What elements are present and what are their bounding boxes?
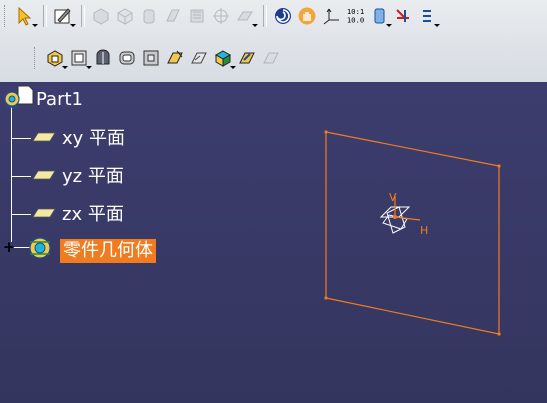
toolbar-row-1: 10:1 10.0	[4, 5, 440, 27]
thickness-button[interactable]	[140, 47, 162, 69]
geometric-set-icon	[374, 8, 385, 24]
tree-item-body-selected[interactable]: 零件几何体	[60, 239, 156, 263]
solid-icon	[96, 49, 110, 65]
sketch-axis-compass[interactable]: V H	[365, 187, 445, 257]
axis-system-icon	[323, 8, 339, 25]
revolve-button[interactable]	[114, 5, 136, 27]
geometric-set-button[interactable]	[368, 5, 392, 27]
measure-icon: 10:1 10.0	[347, 7, 365, 24]
plane-tool-icon	[237, 11, 253, 21]
tree-root-label[interactable]: Part1	[36, 88, 83, 112]
surface-button[interactable]	[186, 5, 208, 27]
toolbar-row-2	[34, 47, 284, 69]
cube-icon	[214, 50, 232, 67]
stack-button[interactable]	[416, 5, 440, 27]
cylinder-icon	[143, 9, 155, 24]
sketcher-button[interactable]	[52, 5, 76, 27]
axis-system-button[interactable]	[320, 5, 342, 27]
plane-icon[interactable]	[32, 132, 56, 142]
swirl-icon	[275, 8, 291, 24]
pad-icon	[93, 8, 109, 25]
frame-button[interactable]	[68, 47, 92, 69]
cube-button[interactable]	[212, 47, 236, 69]
swirl-button[interactable]	[272, 5, 294, 27]
body-icon[interactable]	[26, 234, 56, 266]
tree-branch-line	[11, 214, 31, 215]
grid-icon	[213, 8, 229, 24]
tree-trunk-line	[11, 107, 12, 242]
apply-material-icon	[239, 52, 255, 64]
tree-item-xy-plane[interactable]: xy 平面	[62, 127, 125, 151]
constraint-button[interactable]	[392, 5, 414, 27]
frame-icon	[71, 50, 87, 66]
tree-item-yz-plane[interactable]: yz 平面	[62, 165, 124, 189]
grid-button[interactable]	[210, 5, 232, 27]
expand-toggle[interactable]: +	[2, 240, 16, 255]
refresh-button[interactable]	[260, 47, 282, 69]
pan-hand-icon	[298, 7, 316, 25]
toolbar-area: 10:1 10.0	[0, 0, 547, 83]
revolve-icon	[117, 8, 133, 25]
axis-h-label: H	[420, 224, 428, 237]
sketcher-icon	[54, 8, 71, 24]
rib-icon	[166, 9, 180, 22]
apply-material-button[interactable]	[236, 47, 258, 69]
cylinder-button[interactable]	[138, 5, 160, 27]
part-icon[interactable]	[2, 84, 34, 114]
pan-hand-button[interactable]	[296, 5, 318, 27]
plane-icon[interactable]	[32, 208, 56, 218]
toolbar-grip[interactable]	[4, 5, 8, 27]
feature-button[interactable]	[188, 47, 210, 69]
solid-button[interactable]	[92, 47, 114, 69]
measure-button[interactable]: 10:1 10.0	[344, 5, 366, 27]
toolbar-grip[interactable]	[34, 47, 38, 69]
tree-branch-line	[11, 138, 31, 139]
select-icon	[18, 6, 32, 26]
tree-item-zx-plane[interactable]: zx 平面	[62, 203, 124, 227]
feature-icon	[191, 52, 207, 64]
shell-button[interactable]	[116, 47, 138, 69]
rib-button[interactable]	[162, 5, 184, 27]
shell-icon	[119, 51, 135, 65]
draft-icon	[167, 50, 183, 64]
pocket-icon	[47, 50, 63, 67]
refresh-icon	[263, 52, 279, 64]
axis-v-label: V	[389, 191, 397, 204]
surface-icon	[190, 9, 204, 23]
pad-button[interactable]	[90, 5, 112, 27]
constraint-icon	[396, 9, 409, 22]
measure-text-bottom: 10.0	[347, 15, 365, 24]
stack-icon	[423, 10, 431, 22]
thickness-icon	[143, 50, 159, 66]
select-button[interactable]	[14, 5, 38, 27]
plane-icon[interactable]	[32, 170, 56, 180]
3d-viewport[interactable]: Part1 xy 平面 yz 平面 zx 平面 + 零件几何体 V H	[0, 82, 547, 403]
tree-branch-line	[11, 176, 31, 177]
draft-button[interactable]	[164, 47, 186, 69]
plane-tool-button[interactable]	[234, 5, 258, 27]
pocket-button[interactable]	[44, 47, 68, 69]
